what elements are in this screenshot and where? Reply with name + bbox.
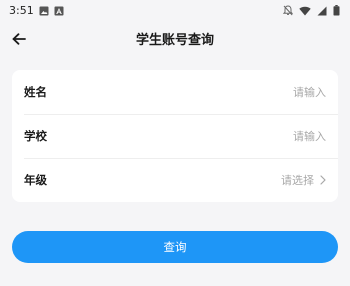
status-bar-left: 3:51: [9, 1, 64, 20]
status-bar: 3:51: [0, 0, 350, 20]
grade-select[interactable]: 请选择: [84, 172, 314, 188]
image-icon: [39, 1, 49, 20]
wifi-icon: [299, 1, 311, 20]
navigation-bar: 学生账号查询: [0, 20, 350, 58]
form-row-name: 姓名: [12, 70, 338, 114]
signal-icon: [317, 1, 327, 20]
query-form-card: 姓名 学校 年级 请选择: [12, 70, 338, 202]
grade-label: 年级: [24, 173, 47, 187]
query-button[interactable]: 查询: [12, 231, 338, 263]
name-label: 姓名: [24, 85, 47, 99]
battery-icon: [333, 1, 340, 20]
status-bar-right: [282, 1, 340, 20]
bell-off-icon: [282, 1, 294, 20]
school-input[interactable]: [84, 129, 326, 143]
chevron-right-icon: [320, 175, 326, 185]
a-icon: [54, 1, 64, 20]
school-label: 学校: [24, 129, 47, 143]
name-input[interactable]: [84, 85, 326, 99]
form-row-grade[interactable]: 年级 请选择: [12, 158, 338, 202]
form-row-school: 学校: [12, 114, 338, 158]
page-title: 学生账号查询: [135, 33, 214, 48]
status-time: 3:51: [9, 3, 34, 17]
